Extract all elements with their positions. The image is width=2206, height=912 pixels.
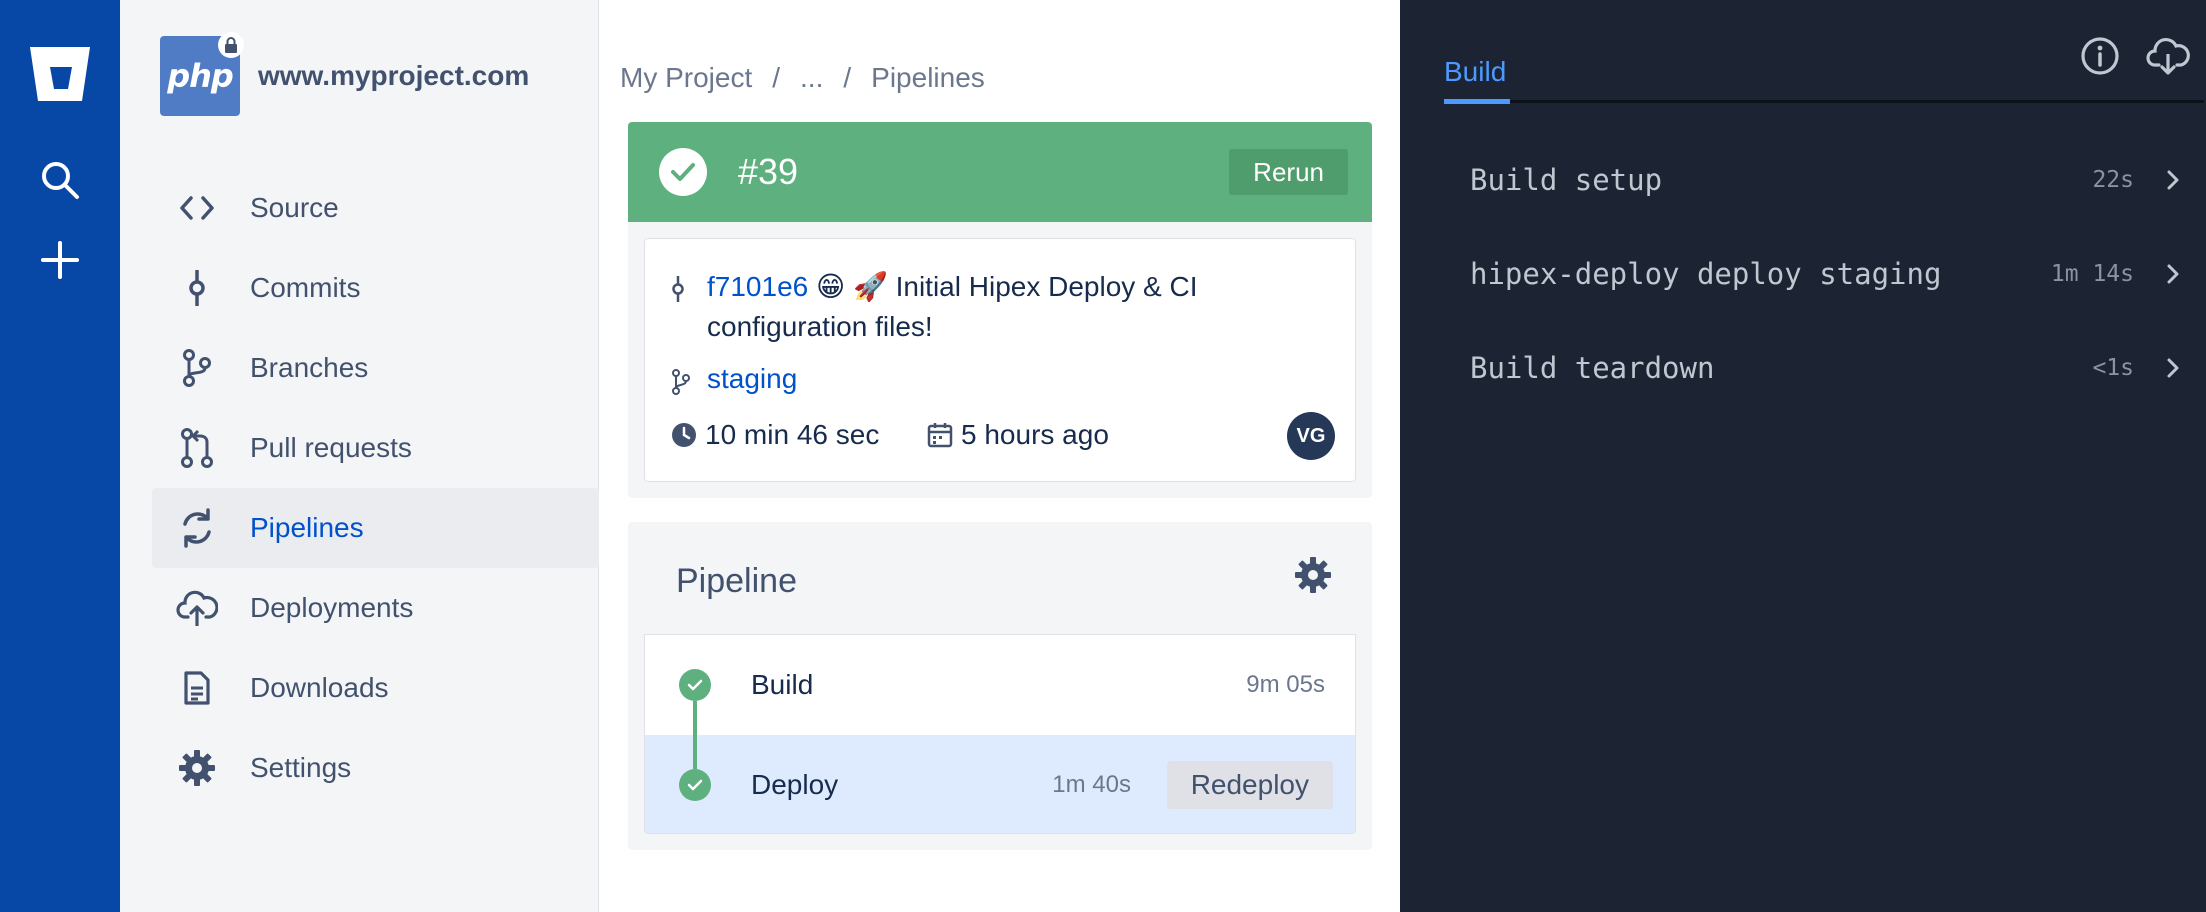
chevron-right-icon [2167,358,2179,378]
pipeline-steps: Build 9m 05s Deploy 1m 40s Redeploy [644,634,1356,834]
build-step-teardown[interactable]: Build teardown <1s [1470,338,2180,398]
bitbucket-logo-icon[interactable] [0,40,120,110]
branch-icon [671,369,691,400]
chevron-right-icon [2167,264,2179,284]
breadcrumb-project[interactable]: My Project [620,62,752,94]
gear-icon[interactable] [1294,556,1332,599]
commit-card: f7101e6 😁 🚀 Initial Hipex Deploy & CI co… [644,238,1356,482]
success-check-icon [679,669,711,701]
step-name: Deploy [751,769,839,800]
document-icon [152,670,242,706]
sidebar-item-source[interactable]: Source [152,168,599,248]
gear-icon [152,749,242,787]
breadcrumb: My Project / ... / Pipelines [620,62,985,94]
project-avatar: php [160,32,244,116]
sidebar-item-label: Commits [250,272,361,303]
step-duration: 1m 40s [1052,771,1131,798]
rerun-button[interactable]: Rerun [1229,149,1348,195]
chevron-right-icon [2167,170,2179,190]
commit-icon [671,276,685,307]
build-step-duration: <1s [2092,355,2134,381]
branch-link[interactable]: staging [707,363,797,395]
sidebar-item-label: Pipelines [250,512,364,543]
commit-message: f7101e6 😁 🚀 Initial Hipex Deploy & CI co… [707,267,1267,347]
redeploy-button[interactable]: Redeploy [1166,761,1333,809]
active-tab-indicator [1444,99,1510,104]
sidebar-item-label: Settings [250,752,352,783]
project-sidebar: php www.myproject.com Source Commits Bra… [120,0,599,912]
commit-icon [152,270,242,306]
cloud-download-icon[interactable] [2146,36,2190,81]
build-log-panel: Build Build setup 22s hipex-deploy deplo… [1400,0,2206,912]
build-step-duration: 22s [2092,167,2134,193]
pipeline-panel: Pipeline Build 9m 05s Deploy 1m 40s Rede… [628,522,1372,850]
project-logo-text: php [167,57,234,95]
run-number: #39 [738,151,799,192]
build-step-setup[interactable]: Build setup 22s [1470,150,2180,210]
pipeline-step-deploy[interactable]: Deploy 1m 40s Redeploy [645,735,1355,833]
code-icon [152,194,242,222]
sidebar-item-label: Downloads [250,672,389,703]
project-header[interactable]: php www.myproject.com [160,32,530,116]
commit-hash-link[interactable]: f7101e6 [707,271,808,302]
run-started: 5 hours ago [927,419,1109,451]
tab-divider [1444,100,2204,103]
sidebar-item-settings[interactable]: Settings [152,728,599,808]
clock-icon [672,423,696,447]
step-duration: 9m 05s [1246,671,1325,698]
duration-text: 10 min 46 sec [705,419,880,450]
main-content: My Project / ... / Pipelines #39 Rerun f… [600,0,1400,912]
breadcrumb-ellipsis[interactable]: ... [800,62,823,94]
step-name: Build [751,669,814,700]
lock-icon [218,32,244,58]
breadcrumb-current[interactable]: Pipelines [871,62,985,94]
build-step-name: Build teardown [1470,351,1715,385]
started-text: 5 hours ago [961,419,1109,450]
sidebar-item-pull-requests[interactable]: Pull requests [152,408,599,488]
run-status-header: #39 Rerun [628,122,1372,222]
sidebar-item-branches[interactable]: Branches [152,328,599,408]
sidebar-item-label: Deployments [250,592,414,623]
sidebar-item-label: Pull requests [250,432,412,463]
pipeline-title: Pipeline [676,562,797,600]
calendar-icon [927,423,953,448]
success-check-icon [659,148,707,196]
step-connector [693,701,697,769]
sidebar-item-label: Source [250,192,339,223]
create-icon[interactable] [0,230,120,290]
breadcrumb-separator: / [843,62,852,93]
project-name: www.myproject.com [258,60,530,91]
global-nav [0,0,120,912]
run-duration: 10 min 46 sec [671,419,879,451]
pull-request-icon [152,428,242,468]
sidebar-item-downloads[interactable]: Downloads [152,648,599,728]
tab-build[interactable]: Build [1444,56,1506,88]
success-check-icon [679,769,711,801]
cloud-upload-icon [152,589,242,627]
author-avatar[interactable]: VG [1287,412,1335,460]
sidebar-item-commits[interactable]: Commits [152,248,599,328]
search-icon[interactable] [0,150,120,210]
build-step-duration: 1m 14s [2050,261,2134,287]
sidebar-item-label: Branches [250,352,369,383]
build-step-name: Build setup [1470,163,1663,197]
sidebar-item-pipelines[interactable]: Pipelines [152,488,599,568]
breadcrumb-separator: / [772,62,781,93]
build-step-deploy-staging[interactable]: hipex-deploy deploy staging 1m 14s [1470,244,2180,304]
commit-panel: f7101e6 😁 🚀 Initial Hipex Deploy & CI co… [628,222,1372,498]
branch-icon [152,349,242,387]
pipeline-step-build[interactable]: Build 9m 05s [645,635,1355,735]
pipelines-icon [152,508,242,548]
build-step-name: hipex-deploy deploy staging [1470,257,1942,291]
sidebar-item-deployments[interactable]: Deployments [152,568,599,648]
info-icon[interactable] [2080,36,2120,81]
